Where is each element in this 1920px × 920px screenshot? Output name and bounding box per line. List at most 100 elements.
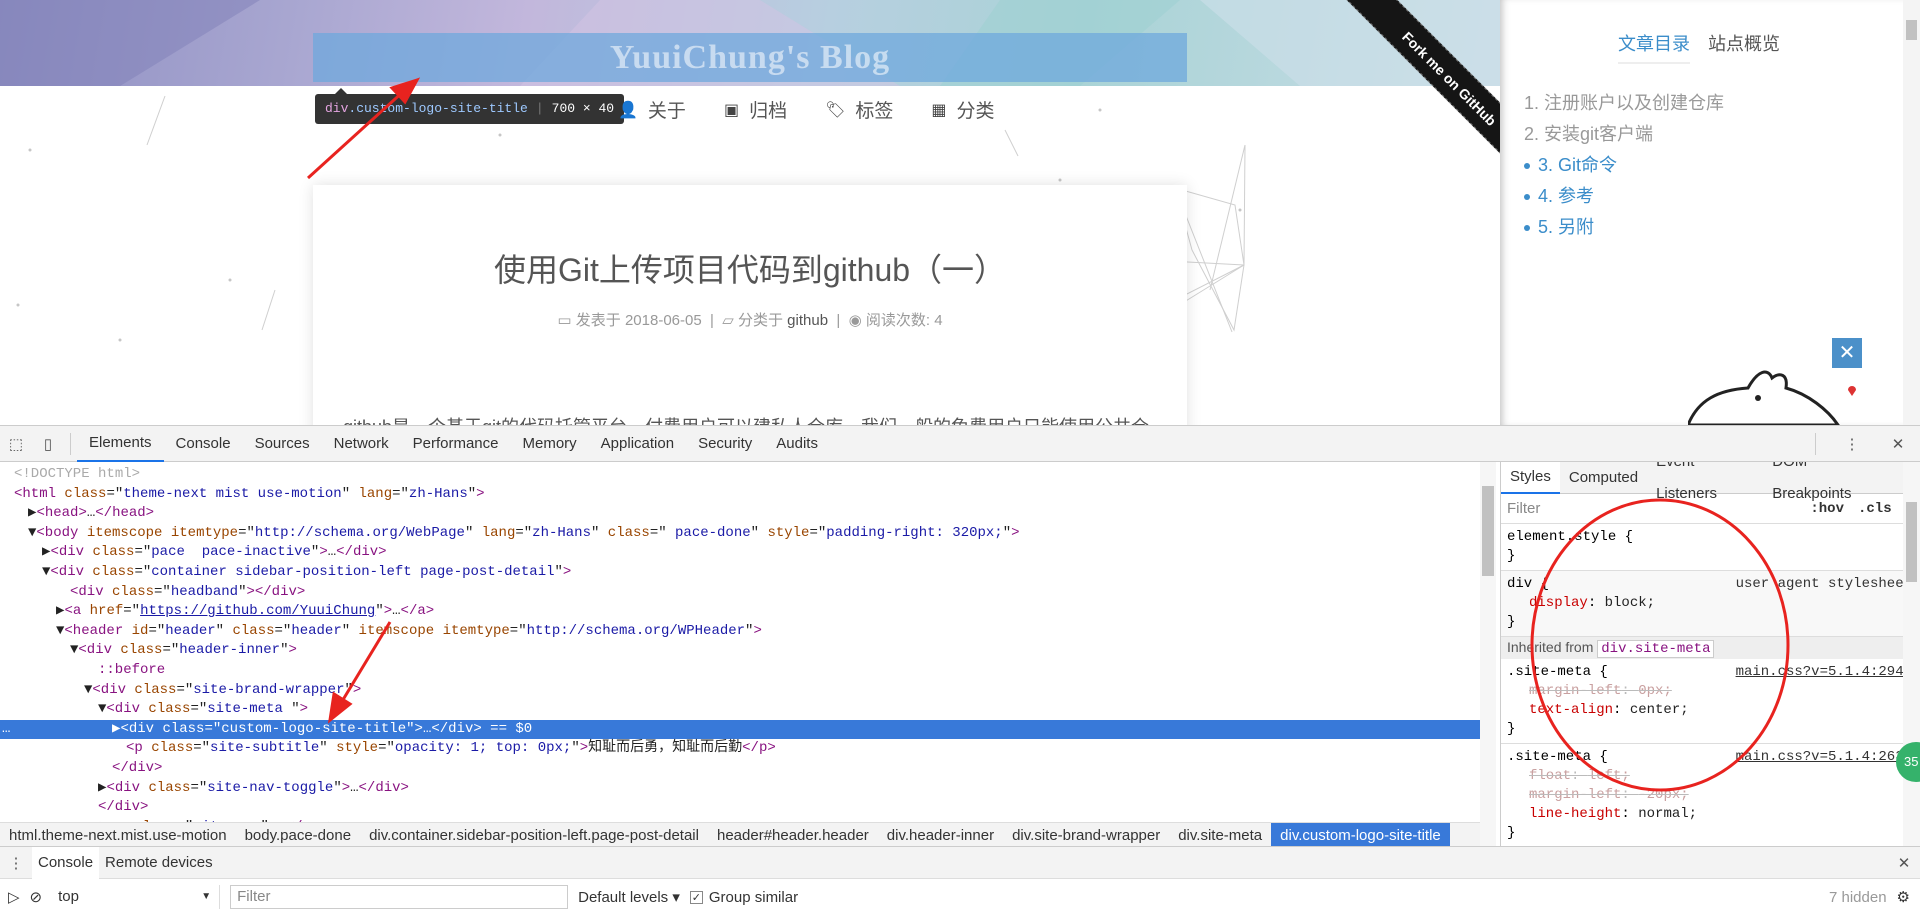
- sidebar-toggle-icon[interactable]: ▷: [8, 888, 20, 906]
- nav-item[interactable]: ▦ 分类: [931, 96, 994, 123]
- scrollbar-thumb[interactable]: [1482, 486, 1494, 576]
- close-icon[interactable]: ✕: [1882, 435, 1914, 453]
- nav-item[interactable]: ▣ 归档: [724, 96, 787, 123]
- tab-security[interactable]: Security: [686, 426, 764, 462]
- close-icon[interactable]: ✕: [1832, 338, 1862, 368]
- dom-node[interactable]: ▼<div class="container sidebar-position-…: [0, 563, 571, 582]
- drawer-menu-icon[interactable]: ⋮: [0, 854, 32, 872]
- rule-source: user agent stylesheet: [1735, 576, 1912, 592]
- tab-audits[interactable]: Audits: [764, 426, 830, 462]
- rule-close: }: [1507, 825, 1516, 841]
- toc-item[interactable]: 3. Git命令: [1524, 150, 1884, 181]
- cls-toggle[interactable]: .cls: [1858, 501, 1892, 517]
- dom-node[interactable]: <p class="site-subtitle" style="opacity:…: [0, 739, 776, 758]
- inspect-element-icon[interactable]: ⬚: [0, 435, 32, 453]
- nav-item[interactable]: 👤 关于: [618, 96, 686, 123]
- site-meta-rule-1[interactable]: .site-meta { main.css?v=5.1.4:2946 margi…: [1501, 659, 1920, 744]
- blog-page: YuuiChung's Blog div.custom-logo-site-ti…: [0, 0, 1500, 425]
- tab-remote-devices[interactable]: Remote devices: [99, 847, 219, 879]
- gear-icon[interactable]: ⚙: [1897, 888, 1910, 906]
- page-scrollbar[interactable]: [1903, 0, 1920, 425]
- styles-scrollbar[interactable]: [1903, 462, 1920, 848]
- dom-node[interactable]: <!DOCTYPE html>: [0, 465, 140, 484]
- tab-computed[interactable]: Computed: [1560, 462, 1647, 494]
- tab-console[interactable]: Console: [32, 846, 100, 879]
- styles-filter-input[interactable]: Filter: [1507, 500, 1540, 517]
- dom-node[interactable]: ▼<div class="site-brand-wrapper">: [0, 681, 361, 700]
- context-select[interactable]: top: [52, 885, 221, 909]
- clear-console-icon[interactable]: ⊘: [30, 888, 43, 906]
- dom-node[interactable]: ▼<div class="header-inner">: [0, 641, 297, 660]
- dom-node[interactable]: ::before: [0, 661, 165, 680]
- grid-icon: ▦: [931, 101, 947, 119]
- tab-sources[interactable]: Sources: [243, 426, 322, 462]
- dom-node[interactable]: <div class="headband"></div>: [0, 583, 305, 602]
- tab-toc[interactable]: 文章目录: [1618, 30, 1690, 64]
- css-property[interactable]: margin-left: 0px;: [1507, 682, 1914, 701]
- css-property[interactable]: margin-left: -20px;: [1507, 786, 1914, 805]
- close-icon[interactable]: ✕: [1888, 854, 1920, 872]
- tab-elements[interactable]: Elements: [77, 426, 164, 462]
- breadcrumb-item[interactable]: div.header-inner: [878, 823, 1003, 848]
- breadcrumb-item[interactable]: div.container.sidebar-position-left.page…: [360, 823, 708, 848]
- css-property[interactable]: float: left;: [1507, 767, 1914, 786]
- toc-item[interactable]: 4. 参考: [1524, 181, 1884, 212]
- scrollbar-thumb[interactable]: [1906, 502, 1917, 582]
- dom-node[interactable]: </div>: [0, 798, 148, 817]
- folder-icon: ▱: [722, 312, 734, 329]
- breadcrumb-item[interactable]: header#header.header: [708, 823, 878, 848]
- post-title[interactable]: 使用Git上传项目代码到github（一）: [313, 245, 1187, 291]
- dom-node[interactable]: <html class="theme-next mist use-motion"…: [0, 485, 485, 504]
- breadcrumb-item[interactable]: html.theme-next.mist.use-motion: [0, 823, 236, 848]
- levels-dropdown[interactable]: Default levels ▾: [578, 888, 680, 906]
- property-value: 0px;: [1638, 683, 1672, 699]
- toc-item[interactable]: 2. 安装git客户端: [1524, 119, 1884, 150]
- hov-toggle[interactable]: :hov: [1810, 501, 1844, 517]
- category-link[interactable]: github: [787, 312, 828, 329]
- dom-node[interactable]: ▼<body itemscope itemtype="http://schema…: [0, 524, 1020, 543]
- dom-node[interactable]: ▶<div class="site-nav-toggle">…</div>: [0, 779, 409, 798]
- tab-site-overview[interactable]: 站点概览: [1708, 30, 1780, 64]
- page-viewport: YuuiChung's Blog div.custom-logo-site-ti…: [0, 0, 1920, 425]
- console-filter-input[interactable]: Filter: [230, 885, 569, 909]
- dom-node[interactable]: </div>: [0, 759, 162, 778]
- user-agent-rule[interactable]: div { user agent stylesheet display: blo…: [1501, 571, 1920, 637]
- css-property[interactable]: text-align: center;: [1507, 701, 1914, 720]
- property-value: -20px;: [1638, 787, 1689, 803]
- dom-node-selected[interactable]: … ▶<div class="custom-logo-site-title">…<…: [0, 719, 1480, 739]
- breadcrumb-item[interactable]: div.site-brand-wrapper: [1003, 823, 1169, 848]
- elements-scrollbar[interactable]: [1480, 462, 1496, 846]
- group-similar-checkbox[interactable]: ✓ Group similar: [689, 889, 798, 906]
- toc-item[interactable]: 5. 另附: [1524, 212, 1884, 243]
- dom-node[interactable]: ▶<head>…</head>: [0, 504, 154, 523]
- dom-node[interactable]: ▼<div class="site-meta ">: [0, 700, 308, 719]
- tab-network[interactable]: Network: [322, 426, 401, 462]
- element-style-rule[interactable]: element.style { }: [1501, 524, 1920, 571]
- rule-source-link[interactable]: main.css?v=5.1.4:2635: [1736, 748, 1912, 767]
- breadcrumb-item[interactable]: body.pace-done: [236, 823, 360, 848]
- tab-memory[interactable]: Memory: [511, 426, 589, 462]
- tab-performance[interactable]: Performance: [401, 426, 511, 462]
- dom-node[interactable]: ▼<header id="header" class="header" item…: [0, 622, 762, 641]
- nav-item[interactable]: 🏷 标签: [825, 96, 893, 123]
- breadcrumb-item[interactable]: div.custom-logo-site-title: [1271, 823, 1450, 848]
- tab-event-listeners[interactable]: Event Listeners: [1647, 462, 1763, 510]
- breadcrumb-item[interactable]: div.site-meta: [1169, 823, 1271, 848]
- rule-selector: element.style {: [1507, 529, 1634, 545]
- dom-node[interactable]: ▶<div class="pace pace-inactive">…</div>: [0, 543, 387, 562]
- device-toolbar-icon[interactable]: ▯: [32, 435, 64, 453]
- more-options-icon[interactable]: ⋮: [1836, 435, 1868, 453]
- dom-node[interactable]: ▶<a href="https://github.com/YuuiChung">…: [0, 602, 434, 621]
- site-meta-rule-2[interactable]: .site-meta { main.css?v=5.1.4:2635 float…: [1501, 744, 1920, 848]
- tab-console[interactable]: Console: [164, 426, 243, 462]
- tab-styles[interactable]: Styles: [1501, 462, 1560, 494]
- tooltip-tag: div: [325, 101, 349, 116]
- css-property[interactable]: line-height: normal;: [1507, 805, 1914, 824]
- inherited-source[interactable]: div.site-meta: [1597, 640, 1715, 658]
- tab-application[interactable]: Application: [589, 426, 686, 462]
- rule-source-link[interactable]: main.css?v=5.1.4:2946: [1736, 663, 1912, 682]
- css-property[interactable]: display: block;: [1507, 594, 1914, 613]
- scrollbar-thumb[interactable]: [1906, 20, 1917, 40]
- property-name: text-align: [1529, 702, 1614, 718]
- toc-item[interactable]: 1. 注册账户以及创建仓库: [1524, 88, 1884, 119]
